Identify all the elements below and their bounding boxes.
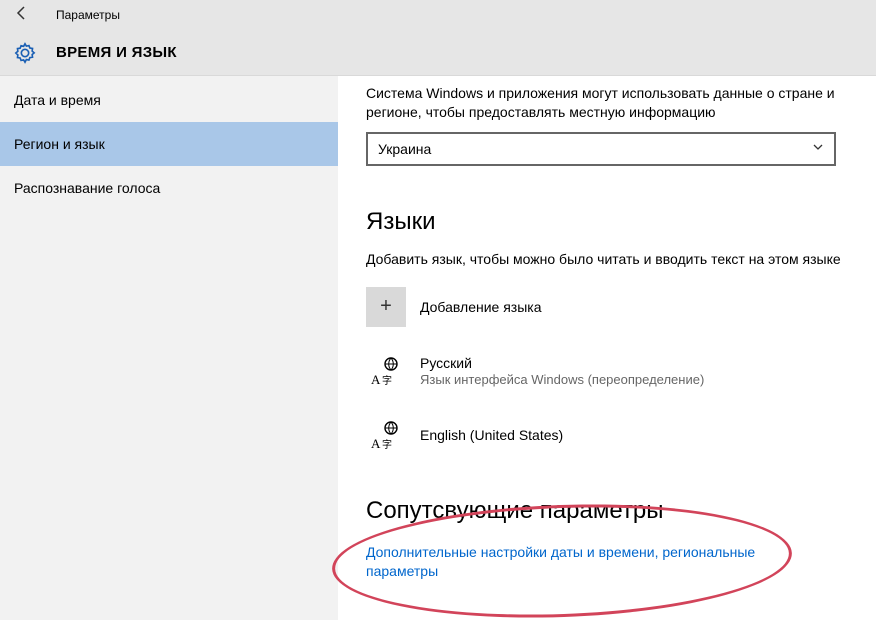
language-glyph-icon: A 字 (366, 351, 406, 391)
add-language-label: Добавление языка (420, 299, 542, 315)
page-title: ВРЕМЯ И ЯЗЫК (56, 44, 177, 61)
language-item-russian[interactable]: A 字 Русский Язык интерфейса Windows (пер… (366, 351, 846, 391)
svg-text:字: 字 (382, 438, 392, 451)
chevron-down-icon (812, 141, 824, 156)
sidebar-item-date-time[interactable]: Дата и время (0, 78, 338, 122)
back-arrow-icon[interactable] (14, 5, 38, 26)
languages-heading: Языки (366, 208, 846, 236)
svg-text:A: A (371, 372, 381, 387)
region-description: Система Windows и приложения могут испол… (366, 84, 846, 122)
related-heading: Сопутсвующие параметры (366, 497, 846, 525)
language-item-english[interactable]: A 字 English (United States) (366, 415, 846, 455)
language-name: Русский (420, 355, 704, 371)
sidebar-item-region-language[interactable]: Регион и язык (0, 122, 338, 166)
language-glyph-icon: A 字 (366, 415, 406, 455)
region-dropdown-value: Украина (378, 141, 431, 157)
sidebar-item-speech[interactable]: Распознавание голоса (0, 166, 338, 210)
add-language-button[interactable]: + Добавление языка (366, 287, 846, 327)
content-area: Дата и время Регион и язык Распознавание… (0, 76, 876, 620)
language-name: English (United States) (420, 427, 563, 443)
svg-text:A: A (371, 436, 381, 451)
gear-icon (14, 42, 36, 64)
related-settings-link[interactable]: Дополнительные настройки даты и времени,… (366, 543, 806, 581)
window-title: Параметры (56, 8, 120, 22)
page-header: ВРЕМЯ И ЯЗЫК (0, 30, 876, 76)
titlebar: Параметры (0, 0, 876, 30)
main-panel: Система Windows и приложения могут испол… (338, 76, 876, 620)
languages-description: Добавить язык, чтобы можно было читать и… (366, 250, 846, 269)
language-subtitle: Язык интерфейса Windows (переопределение… (420, 372, 704, 387)
region-dropdown[interactable]: Украина (366, 132, 836, 166)
svg-text:字: 字 (382, 374, 392, 387)
sidebar: Дата и время Регион и язык Распознавание… (0, 76, 338, 620)
plus-icon: + (366, 287, 406, 327)
